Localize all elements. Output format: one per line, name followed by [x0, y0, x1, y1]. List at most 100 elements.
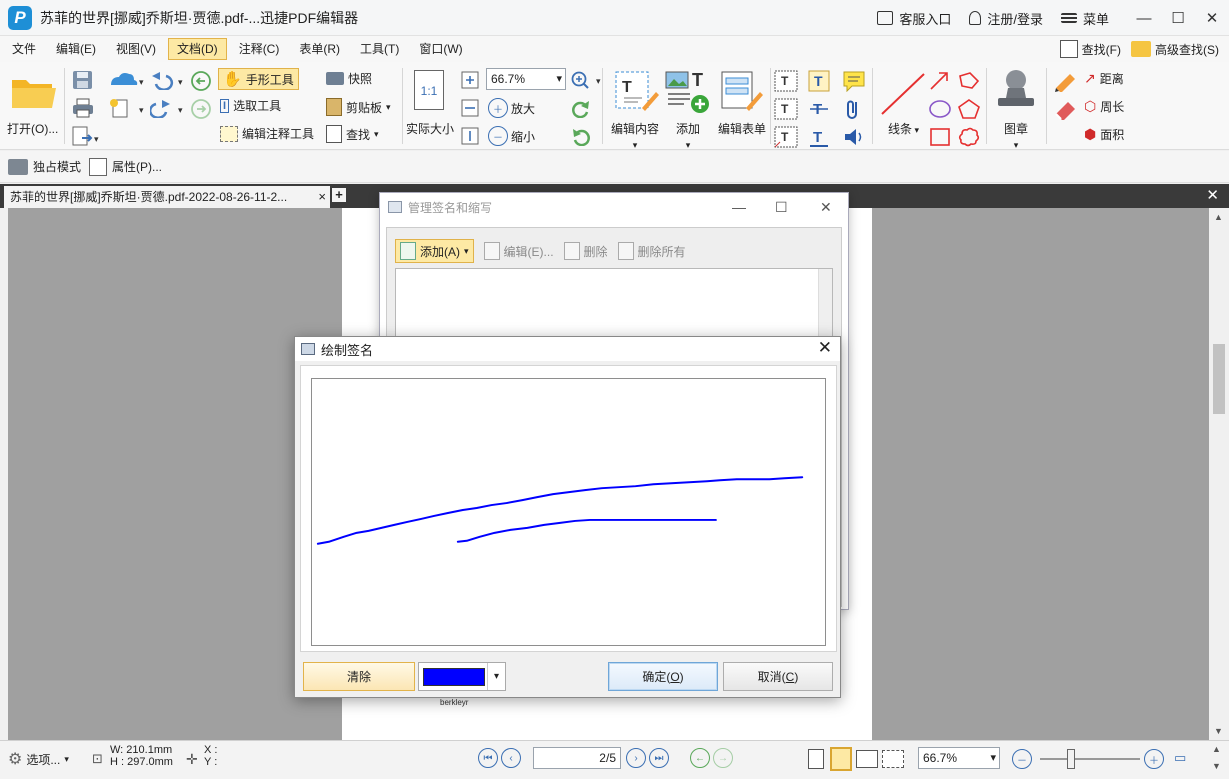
paperclip-icon[interactable]: [842, 98, 866, 120]
facing-page-icon[interactable]: [856, 750, 878, 768]
status-zoom-select[interactable]: 66.7%: [918, 747, 1000, 769]
zoom-level-select[interactable]: 66.7%: [486, 68, 566, 90]
status-zoom-in-icon[interactable]: ＋: [1144, 749, 1164, 769]
page-number-input[interactable]: 2/5: [533, 747, 621, 769]
stamp-button[interactable]: 图章 ▾: [1004, 120, 1028, 151]
save-icon[interactable]: [72, 70, 94, 90]
add-content-button[interactable]: 添加 ▾: [676, 120, 700, 151]
menu-form[interactable]: 表单(R): [291, 38, 348, 60]
next-page-icon[interactable]: ›: [626, 748, 646, 768]
select-tool-button[interactable]: I 选取工具: [220, 97, 281, 114]
undo-icon[interactable]: ▾: [150, 70, 190, 90]
upload-cloud-icon[interactable]: ▾: [108, 70, 148, 90]
close-window-button[interactable]: ✕: [1195, 0, 1229, 36]
text-box-icon[interactable]: T: [774, 98, 798, 120]
menu-comment[interactable]: 注释(C): [231, 38, 288, 60]
first-page-icon[interactable]: ⏮: [478, 748, 498, 768]
delete-all-signatures-button[interactable]: 删除所有: [617, 242, 686, 260]
status-zoom-out-icon[interactable]: －: [1012, 749, 1032, 769]
edit-form-button[interactable]: 编辑表单: [718, 120, 766, 137]
add-content-icon[interactable]: T: [664, 68, 712, 116]
properties-button[interactable]: 属性(P)...: [89, 157, 162, 176]
customer-service-link[interactable]: 客服入口: [877, 9, 951, 28]
sound-icon[interactable]: [842, 126, 866, 148]
forward-icon[interactable]: [190, 98, 212, 120]
perimeter-tool-button[interactable]: ⬡ 周长: [1084, 98, 1124, 115]
export-icon[interactable]: ▾: [72, 126, 102, 146]
manage-minimize-button[interactable]: —: [732, 199, 746, 215]
exclusive-mode-button[interactable]: 独占模式: [8, 158, 81, 175]
area-tool-button[interactable]: ⬢ 面积: [1084, 126, 1124, 143]
polygon-tool-icon[interactable]: [956, 98, 982, 120]
zoom-out-button[interactable]: － 缩小: [488, 126, 535, 146]
zoom-slider-track[interactable]: [1040, 758, 1140, 760]
menu-window[interactable]: 窗口(W): [411, 38, 470, 60]
ellipse-tool-icon[interactable]: [928, 98, 952, 120]
new-document-icon[interactable]: ▾: [108, 98, 148, 118]
scroll-down-icon[interactable]: ▼: [1214, 726, 1223, 736]
close-all-tabs-icon[interactable]: ✕: [1206, 186, 1219, 204]
status-scroll-up-icon[interactable]: ▲: [1212, 744, 1221, 754]
clipboard-button[interactable]: 剪贴板 ▾: [326, 98, 391, 116]
manage-close-button[interactable]: ✕: [820, 199, 832, 216]
chevron-down-icon[interactable]: ▾: [487, 663, 505, 690]
lines-button[interactable]: 线条 ▾: [888, 120, 919, 137]
edit-annotation-tool-button[interactable]: 编辑注释工具: [220, 125, 314, 142]
open-button[interactable]: 打开(O)...: [7, 120, 58, 137]
fit-visible-icon[interactable]: [460, 126, 480, 146]
continuous-facing-icon[interactable]: [882, 750, 904, 768]
continuous-page-icon[interactable]: [830, 747, 852, 771]
fit-width-icon[interactable]: [460, 98, 480, 118]
zoom-menu-icon[interactable]: ▾: [570, 70, 604, 90]
minimize-button[interactable]: —: [1127, 0, 1161, 36]
typewriter-icon[interactable]: T: [808, 70, 830, 92]
menu-view[interactable]: 视图(V): [108, 38, 164, 60]
rotate-counterclockwise-icon[interactable]: [570, 126, 592, 146]
draw-dialog-close-icon[interactable]: ✕: [818, 338, 832, 358]
last-page-icon[interactable]: ⏭: [649, 748, 669, 768]
menu-file[interactable]: 文件: [4, 38, 44, 60]
go-forward-icon[interactable]: →: [713, 748, 733, 768]
back-icon[interactable]: [190, 70, 212, 92]
distance-tool-button[interactable]: ↗ 距离: [1084, 70, 1124, 87]
edit-content-button[interactable]: 编辑内容 ▾: [611, 120, 659, 151]
pencil-tool-icon[interactable]: [1052, 70, 1080, 92]
arrow-tool-icon[interactable]: [928, 70, 952, 92]
delete-signature-button[interactable]: 删除: [563, 242, 608, 260]
open-folder-icon[interactable]: [10, 72, 58, 112]
zoom-slider-thumb[interactable]: [1067, 749, 1075, 769]
snapshot-button[interactable]: 快照: [326, 70, 372, 87]
fit-page-icon[interactable]: [460, 70, 480, 90]
stamp-icon[interactable]: [994, 68, 1038, 118]
redo-icon[interactable]: ▾: [150, 98, 190, 118]
add-signature-button[interactable]: 添加(A) ▾: [395, 239, 474, 263]
main-menu-button[interactable]: 菜单: [1060, 9, 1109, 28]
edit-signature-button[interactable]: 编辑(E)...: [483, 242, 554, 260]
new-tab-button[interactable]: +: [332, 188, 346, 202]
actual-size-button[interactable]: 实际大小: [406, 120, 454, 137]
eraser-tool-icon[interactable]: [1052, 98, 1080, 120]
cloud-tool-icon[interactable]: [956, 126, 982, 148]
clear-button[interactable]: 清除: [303, 662, 415, 691]
underline-text-icon[interactable]: T: [808, 126, 830, 148]
single-page-icon[interactable]: [808, 749, 824, 769]
previous-page-icon[interactable]: ‹: [501, 748, 521, 768]
status-scroll-down-icon[interactable]: ▼: [1212, 761, 1221, 771]
document-tab[interactable]: 苏菲的世界[挪威]乔斯坦·贾德.pdf-2022-08-26-11-2... ×: [4, 186, 330, 208]
polyline-tool-icon[interactable]: [956, 70, 982, 92]
menu-edit[interactable]: 编辑(E): [48, 38, 104, 60]
signature-drawing-canvas[interactable]: [311, 378, 826, 646]
callout-icon[interactable]: T: [774, 126, 798, 148]
fullscreen-icon[interactable]: ▭: [1174, 750, 1186, 766]
edit-content-icon[interactable]: T: [612, 68, 660, 116]
cancel-button[interactable]: 取消(C): [723, 662, 833, 691]
options-button[interactable]: ⚙ 选项... ▾: [8, 749, 69, 769]
ok-button[interactable]: 确定(O): [608, 662, 718, 691]
scroll-up-icon[interactable]: ▲: [1214, 212, 1223, 222]
tab-close-icon[interactable]: ×: [318, 186, 326, 208]
manage-maximize-button[interactable]: ☐: [775, 199, 788, 216]
menu-document[interactable]: 文档(D): [168, 38, 227, 60]
edit-form-icon[interactable]: [718, 68, 766, 116]
text-field-icon[interactable]: T: [774, 70, 798, 92]
go-back-icon[interactable]: ←: [690, 748, 710, 768]
